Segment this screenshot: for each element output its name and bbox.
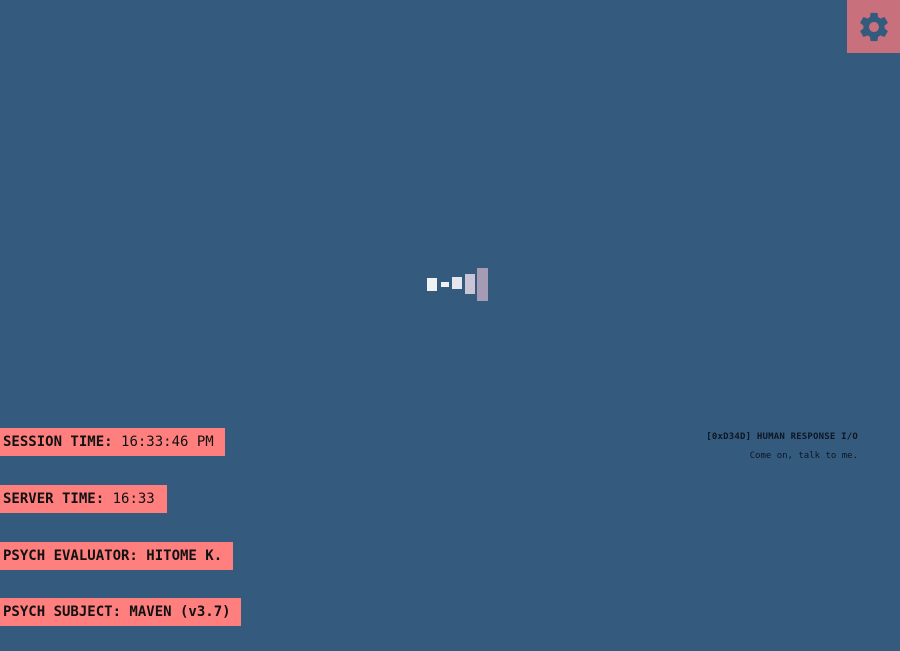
- session-time-tag: SESSION TIME: 16:33:46 PM: [0, 428, 225, 456]
- session-time-value: 16:33:46 PM: [121, 434, 214, 450]
- level-bar: [452, 277, 462, 289]
- audio-level-indicator: [427, 268, 489, 302]
- gear-icon: [859, 12, 888, 41]
- level-bar: [427, 278, 437, 291]
- server-time-value: 16:33: [112, 491, 155, 507]
- psych-evaluator-label: PSYCH EVALUATOR: HITOME K.: [3, 548, 223, 564]
- app-stage: [0xD34D] HUMAN RESPONSE I/O Come on, tal…: [0, 0, 900, 651]
- psych-evaluator-tag: PSYCH EVALUATOR: HITOME K.: [0, 542, 233, 570]
- level-bar: [465, 274, 475, 294]
- level-bar: [441, 282, 449, 287]
- psych-subject-label: PSYCH SUBJECT: MAVEN (v3.7): [3, 604, 231, 620]
- io-panel-title: [0xD34D] HUMAN RESPONSE I/O: [706, 432, 858, 442]
- io-panel-message: Come on, talk to me.: [749, 451, 858, 461]
- server-time-label: SERVER TIME:: [3, 491, 105, 507]
- server-time-tag: SERVER TIME: 16:33: [0, 485, 167, 513]
- level-bar: [477, 268, 488, 301]
- human-response-panel: [0xD34D] HUMAN RESPONSE I/O Come on, tal…: [706, 432, 858, 462]
- psych-subject-tag: PSYCH SUBJECT: MAVEN (v3.7): [0, 598, 241, 626]
- settings-button[interactable]: [847, 0, 900, 53]
- session-time-label: SESSION TIME:: [3, 434, 113, 450]
